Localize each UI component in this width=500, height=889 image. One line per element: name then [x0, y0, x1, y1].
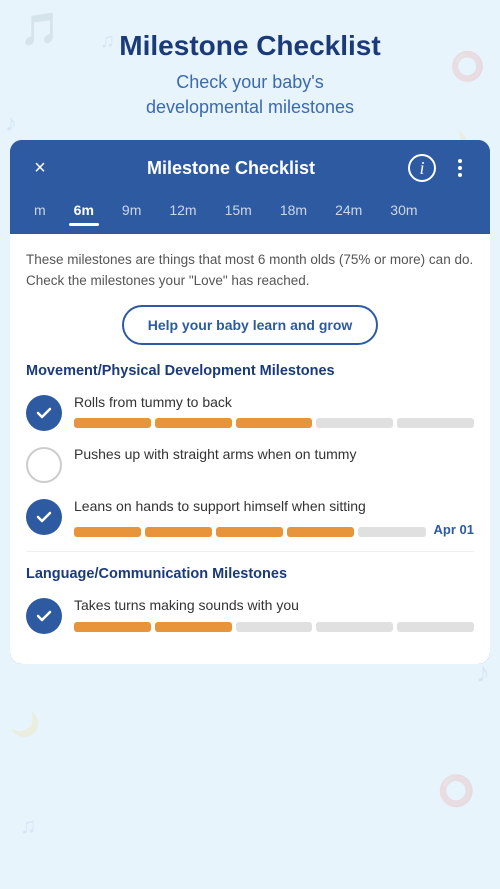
tab-24m[interactable]: 24m — [321, 196, 376, 224]
close-button[interactable]: × — [26, 154, 54, 182]
milestone-item-2[interactable]: Pushes up with straight arms when on tum… — [26, 445, 474, 483]
empty-circle-2 — [26, 447, 62, 483]
progress-seg-l1-4 — [316, 622, 393, 632]
tab-15m[interactable]: 15m — [211, 196, 266, 224]
milestone-item-1[interactable]: Rolls from tummy to back — [26, 393, 474, 431]
description-text: These milestones are things that most 6 … — [26, 250, 474, 291]
milestone-info-1: Rolls from tummy to back — [74, 393, 474, 429]
menu-dot-2 — [458, 166, 462, 170]
milestone-text-1: Rolls from tummy to back — [74, 393, 474, 413]
milestone-info-lang-1: Takes turns making sounds with you — [74, 596, 474, 632]
milestone-date-3: Apr 01 — [434, 522, 474, 537]
progress-seg-l1-2 — [155, 622, 232, 632]
progress-seg-1-3 — [236, 418, 313, 428]
main-content: These milestones are things that most 6 … — [10, 234, 490, 664]
progress-seg-3-5 — [358, 527, 425, 537]
progress-seg-3-3 — [216, 527, 283, 537]
milestone-text-3: Leans on hands to support himself when s… — [74, 497, 474, 517]
info-icon[interactable]: i — [408, 154, 436, 182]
progress-seg-l1-1 — [74, 622, 151, 632]
app-card: × Milestone Checklist i m 6m 9m 12m 15m … — [10, 140, 490, 664]
language-section: Language/Communication Milestones Takes … — [26, 566, 474, 634]
check-circle-1 — [26, 395, 62, 431]
page-header: Milestone Checklist Check your baby'sdev… — [0, 0, 500, 140]
tab-3m[interactable]: m — [20, 196, 60, 224]
progress-seg-3-4 — [287, 527, 354, 537]
progress-bar-lang-1 — [74, 622, 474, 632]
progress-seg-3-2 — [145, 527, 212, 537]
tab-9m[interactable]: 9m — [108, 196, 155, 224]
progress-seg-1-2 — [155, 418, 232, 428]
month-tabs: m 6m 9m 12m 15m 18m 24m 30m — [10, 196, 490, 234]
milestone-info-2: Pushes up with straight arms when on tum… — [74, 445, 474, 471]
tab-6m[interactable]: 6m — [60, 196, 108, 224]
app-toolbar: × Milestone Checklist i — [10, 140, 490, 196]
progress-seg-l1-5 — [397, 622, 474, 632]
milestone-text-lang-1: Takes turns making sounds with you — [74, 596, 474, 616]
progress-seg-1-1 — [74, 418, 151, 428]
progress-seg-1-5 — [397, 418, 474, 428]
more-menu-button[interactable] — [446, 154, 474, 182]
check-circle-lang-1 — [26, 598, 62, 634]
toolbar-title: Milestone Checklist — [64, 158, 398, 179]
progress-bar-1 — [74, 418, 474, 428]
progress-bar-3 — [74, 527, 426, 537]
milestone-text-2: Pushes up with straight arms when on tum… — [74, 445, 474, 465]
milestone-progress-row-3: Apr 01 — [74, 522, 474, 537]
help-button[interactable]: Help your baby learn and grow — [122, 305, 379, 345]
progress-seg-1-4 — [316, 418, 393, 428]
movement-section-title: Movement/Physical Development Milestones — [26, 363, 474, 379]
tab-30m[interactable]: 30m — [376, 196, 431, 224]
progress-seg-3-1 — [74, 527, 141, 537]
milestone-item-lang-1[interactable]: Takes turns making sounds with you — [26, 596, 474, 634]
page-subtitle: Check your baby'sdevelopmental milestone… — [30, 70, 470, 120]
tab-18m[interactable]: 18m — [266, 196, 321, 224]
language-section-title: Language/Communication Milestones — [26, 566, 474, 582]
tab-12m[interactable]: 12m — [155, 196, 210, 224]
menu-dot-1 — [458, 159, 462, 163]
check-circle-3 — [26, 499, 62, 535]
menu-dot-3 — [458, 173, 462, 177]
progress-seg-l1-3 — [236, 622, 313, 632]
milestone-info-3: Leans on hands to support himself when s… — [74, 497, 474, 538]
milestone-item-3[interactable]: Leans on hands to support himself when s… — [26, 497, 474, 538]
section-divider — [26, 551, 474, 552]
page-title: Milestone Checklist — [30, 30, 470, 62]
